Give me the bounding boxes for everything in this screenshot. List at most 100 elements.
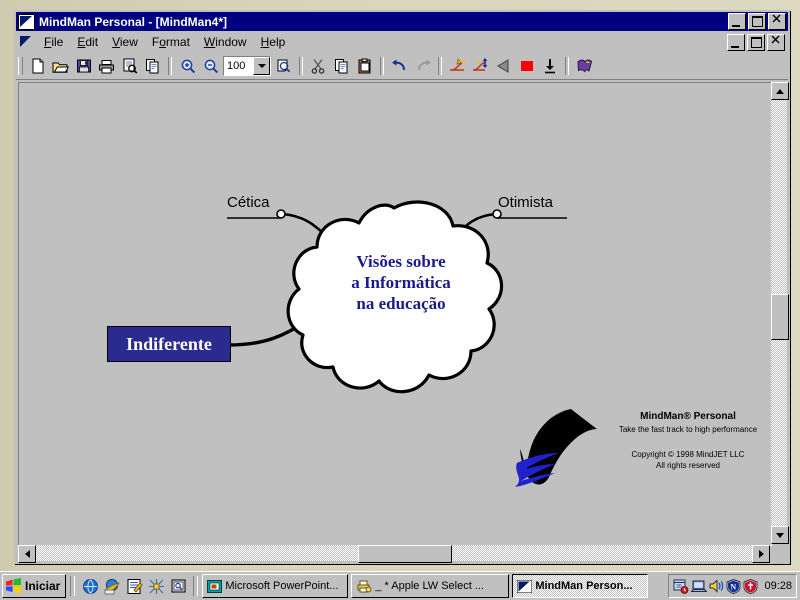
document-dolphin-icon[interactable] — [19, 35, 33, 49]
minimize-button[interactable] — [728, 13, 746, 30]
node-dot-otimista[interactable] — [492, 209, 502, 219]
watermark-tagline: Take the fast track to high performance — [618, 425, 758, 434]
cut-scissors-icon[interactable] — [307, 55, 330, 77]
branch-label-indiferente[interactable]: Indiferente — [107, 326, 231, 362]
insert-branch-icon[interactable] — [446, 55, 469, 77]
branch-label-cetica[interactable]: Cética — [227, 194, 270, 211]
watermark-copyright: Copyright © 1998 MindJET LLC — [631, 450, 745, 459]
volume-speaker-icon[interactable] — [709, 579, 724, 593]
windows-flag-icon — [6, 578, 21, 594]
system-tray: 30 N 09:28 — [668, 574, 797, 598]
powerpoint-icon — [207, 579, 223, 593]
taskbar-separator — [70, 576, 76, 596]
branch-label-otimista[interactable]: Otimista — [498, 194, 553, 211]
dolphin-icon[interactable] — [18, 13, 35, 30]
redo-arrow-icon[interactable] — [411, 55, 434, 77]
toolbar: 100 — [16, 53, 788, 80]
toolbar-separator — [299, 57, 303, 75]
task-button-powerpoint[interactable]: Microsoft PowerPoint... — [202, 574, 349, 598]
menu-window[interactable]: Window — [197, 33, 254, 51]
toolbar-separator — [438, 57, 442, 75]
undo-arrow-icon[interactable] — [388, 55, 411, 77]
central-topic-line-2: a Informática — [351, 273, 451, 292]
screen-icon[interactable] — [167, 575, 189, 597]
vertical-scrollbar[interactable] — [771, 82, 789, 544]
antivirus-shield-icon[interactable] — [743, 578, 758, 594]
task-label-mindman: MindMan Person... — [535, 580, 633, 592]
zoom-level-combo[interactable]: 100 — [223, 56, 271, 76]
central-topic-line-1: Visões sobre — [356, 252, 446, 271]
client-area: Visões sobre a Informática na educação C… — [16, 80, 789, 563]
start-button[interactable]: Iniciar — [2, 574, 67, 598]
menu-file[interactable]: File — [37, 33, 70, 51]
watermark: MindMan® Personal Take the fast track to… — [511, 407, 767, 491]
vertical-scroll-thumb[interactable] — [771, 294, 789, 340]
save-disk-icon[interactable] — [72, 55, 95, 77]
norton-shield-icon[interactable]: N — [726, 578, 741, 594]
menu-bar: File Edit View Format Window Help — [16, 32, 788, 52]
zoom-in-icon[interactable] — [176, 55, 199, 77]
print-preview-icon[interactable] — [118, 55, 141, 77]
zoom-level-value: 100 — [227, 60, 246, 72]
task-button-apple-lw[interactable]: _ * Apple LW Select ... — [351, 574, 510, 598]
taskbar-separator — [193, 576, 199, 596]
child-window-controls — [727, 33, 788, 51]
triangle-right-icon — [758, 550, 764, 558]
triangle-down-icon — [776, 532, 784, 538]
menu-view[interactable]: View — [105, 33, 145, 51]
paste-clipboard-icon[interactable] — [353, 55, 376, 77]
scroll-left-button[interactable] — [18, 545, 36, 563]
network-icon[interactable] — [145, 575, 167, 597]
branch-color-icon[interactable] — [515, 55, 538, 77]
copy-pages-icon[interactable] — [141, 55, 164, 77]
scroll-right-button[interactable] — [752, 545, 770, 563]
watermark-rights: All rights reserved — [655, 461, 721, 470]
application-window: MindMan Personal - [MindMan4*] File Edit… — [14, 10, 790, 564]
menu-format[interactable]: Format — [145, 33, 197, 51]
scroll-down-button[interactable] — [771, 526, 789, 544]
open-folder-icon[interactable] — [49, 55, 72, 77]
toolbar-separator — [565, 57, 569, 75]
display-laptop-icon[interactable] — [691, 579, 708, 594]
notepad-pencil-icon[interactable] — [123, 575, 145, 597]
help-book-icon[interactable] — [573, 55, 596, 77]
collapse-branch-icon[interactable] — [492, 55, 515, 77]
chevron-down-icon[interactable] — [253, 57, 270, 75]
horizontal-scrollbar[interactable] — [18, 545, 770, 563]
toolbar-grip[interactable] — [18, 57, 23, 75]
scheduler-icon[interactable]: 30 — [673, 579, 689, 594]
zoom-selection-icon[interactable] — [272, 55, 295, 77]
toolbar-separator — [380, 57, 384, 75]
watermark-title: MindMan® Personal — [640, 411, 736, 422]
maximize-button[interactable] — [748, 13, 766, 30]
new-document-icon[interactable] — [26, 55, 49, 77]
globe-icon[interactable] — [79, 575, 101, 597]
zoom-out-icon[interactable] — [199, 55, 222, 77]
node-dot-cetica[interactable] — [276, 209, 286, 219]
copy-icon[interactable] — [330, 55, 353, 77]
central-topic-text[interactable]: Visões sobre a Informática na educação — [311, 251, 491, 314]
triangle-up-icon — [776, 88, 784, 94]
child-close-button[interactable] — [767, 33, 785, 51]
horizontal-scroll-thumb[interactable] — [358, 545, 452, 563]
down-arrow-icon[interactable] — [538, 55, 561, 77]
print-icon[interactable] — [95, 55, 118, 77]
task-button-mindman[interactable]: MindMan Person... — [512, 574, 649, 598]
scroll-up-button[interactable] — [771, 82, 789, 100]
internet-explorer-icon[interactable] — [101, 575, 123, 597]
child-restore-button[interactable] — [747, 33, 765, 51]
menu-edit[interactable]: Edit — [70, 33, 105, 51]
close-button[interactable] — [768, 13, 786, 30]
printer-icon — [357, 580, 372, 593]
menu-help[interactable]: Help — [254, 33, 293, 51]
title-bar[interactable]: MindMan Personal - [MindMan4*] — [16, 12, 788, 31]
mindmap-canvas[interactable]: Visões sobre a Informática na educação C… — [18, 82, 772, 546]
toolbar-separator — [168, 57, 172, 75]
taskbar: Iniciar Microsoft PowerPoint... _ * Appl… — [0, 571, 800, 600]
task-label-powerpoint: Microsoft PowerPoint... — [225, 580, 339, 592]
central-topic-line-3: na educação — [356, 294, 446, 313]
smart-branch-icon[interactable] — [469, 55, 492, 77]
child-minimize-button[interactable] — [727, 33, 745, 51]
start-button-label: Iniciar — [25, 579, 61, 593]
svg-text:N: N — [731, 582, 737, 591]
